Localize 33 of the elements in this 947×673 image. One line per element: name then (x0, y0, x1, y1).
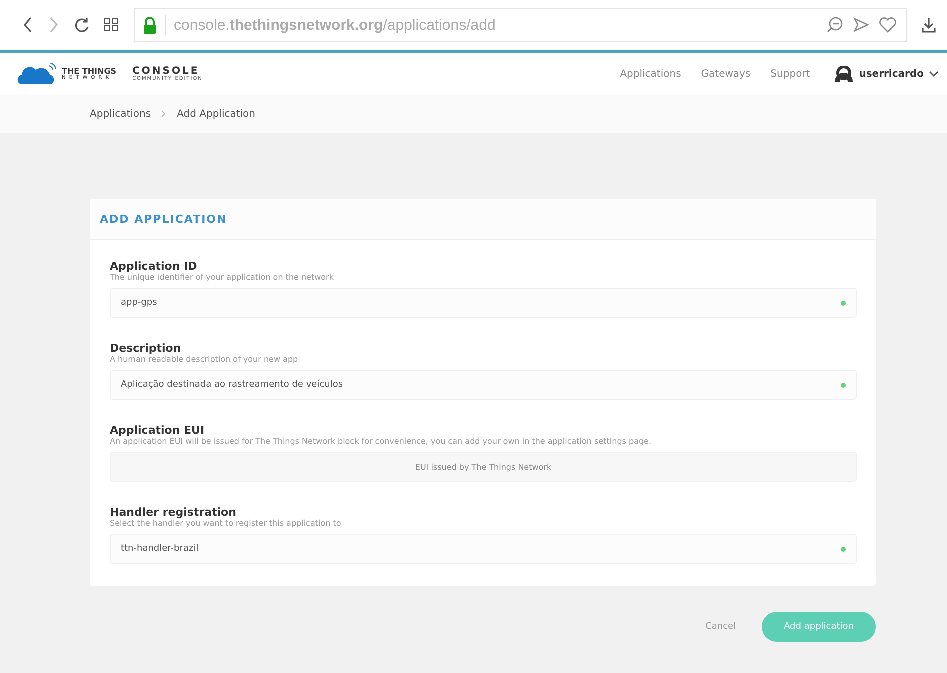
nav-link[interactable]: Applications (620, 68, 682, 80)
breadcrumb-link[interactable]: Applications (90, 108, 152, 120)
field-label: Application EUI (110, 424, 206, 437)
card-title: ADD APPLICATION (90, 199, 876, 240)
back-icon[interactable] (22, 16, 34, 34)
input-field: EUI issued by The Things Network (110, 452, 857, 482)
logo-text: THE THINGS (62, 68, 117, 76)
field-hint: A human readable description of your new app (110, 355, 300, 364)
field-label: Application ID (110, 260, 198, 273)
product-name: CONSOLE (132, 66, 200, 76)
field-hint: The unique identifier of your application on the network (110, 273, 335, 282)
url-text: console.thethingsnetwork.org/applications/add (174, 16, 496, 34)
user-name[interactable]: userricardo (859, 68, 924, 80)
nav-link[interactable]: Support (770, 68, 810, 80)
user-avatar-icon[interactable] (834, 66, 854, 82)
input-field[interactable]: ttn-handler-brazil (110, 534, 857, 564)
field-hint: Select the handler you want to register this application to (110, 519, 342, 528)
reload-icon[interactable] (74, 17, 90, 33)
download-icon[interactable] (921, 16, 937, 34)
chevron-right-icon (161, 110, 168, 118)
field-hint: An application EUI will be issued for The Things Network block for convenience, you can add your own in the application settings page. (110, 437, 652, 446)
breadcrumb-link[interactable]: Add Application (177, 108, 256, 120)
chevron-down-icon[interactable] (929, 70, 939, 78)
field-label: Description (110, 342, 182, 355)
input-field[interactable]: app-gps (110, 288, 857, 318)
field-label: Handler registration (110, 506, 238, 519)
input-field[interactable]: Aplicação destinada ao rastreamento de veículos (110, 370, 857, 400)
zoom-out-icon[interactable] (826, 16, 844, 34)
grid-icon[interactable] (104, 18, 120, 32)
cloud-logo-icon (16, 63, 56, 85)
heart-icon[interactable] (878, 16, 898, 34)
send-icon[interactable] (852, 16, 870, 34)
nav-link[interactable]: Gateways (701, 68, 751, 80)
